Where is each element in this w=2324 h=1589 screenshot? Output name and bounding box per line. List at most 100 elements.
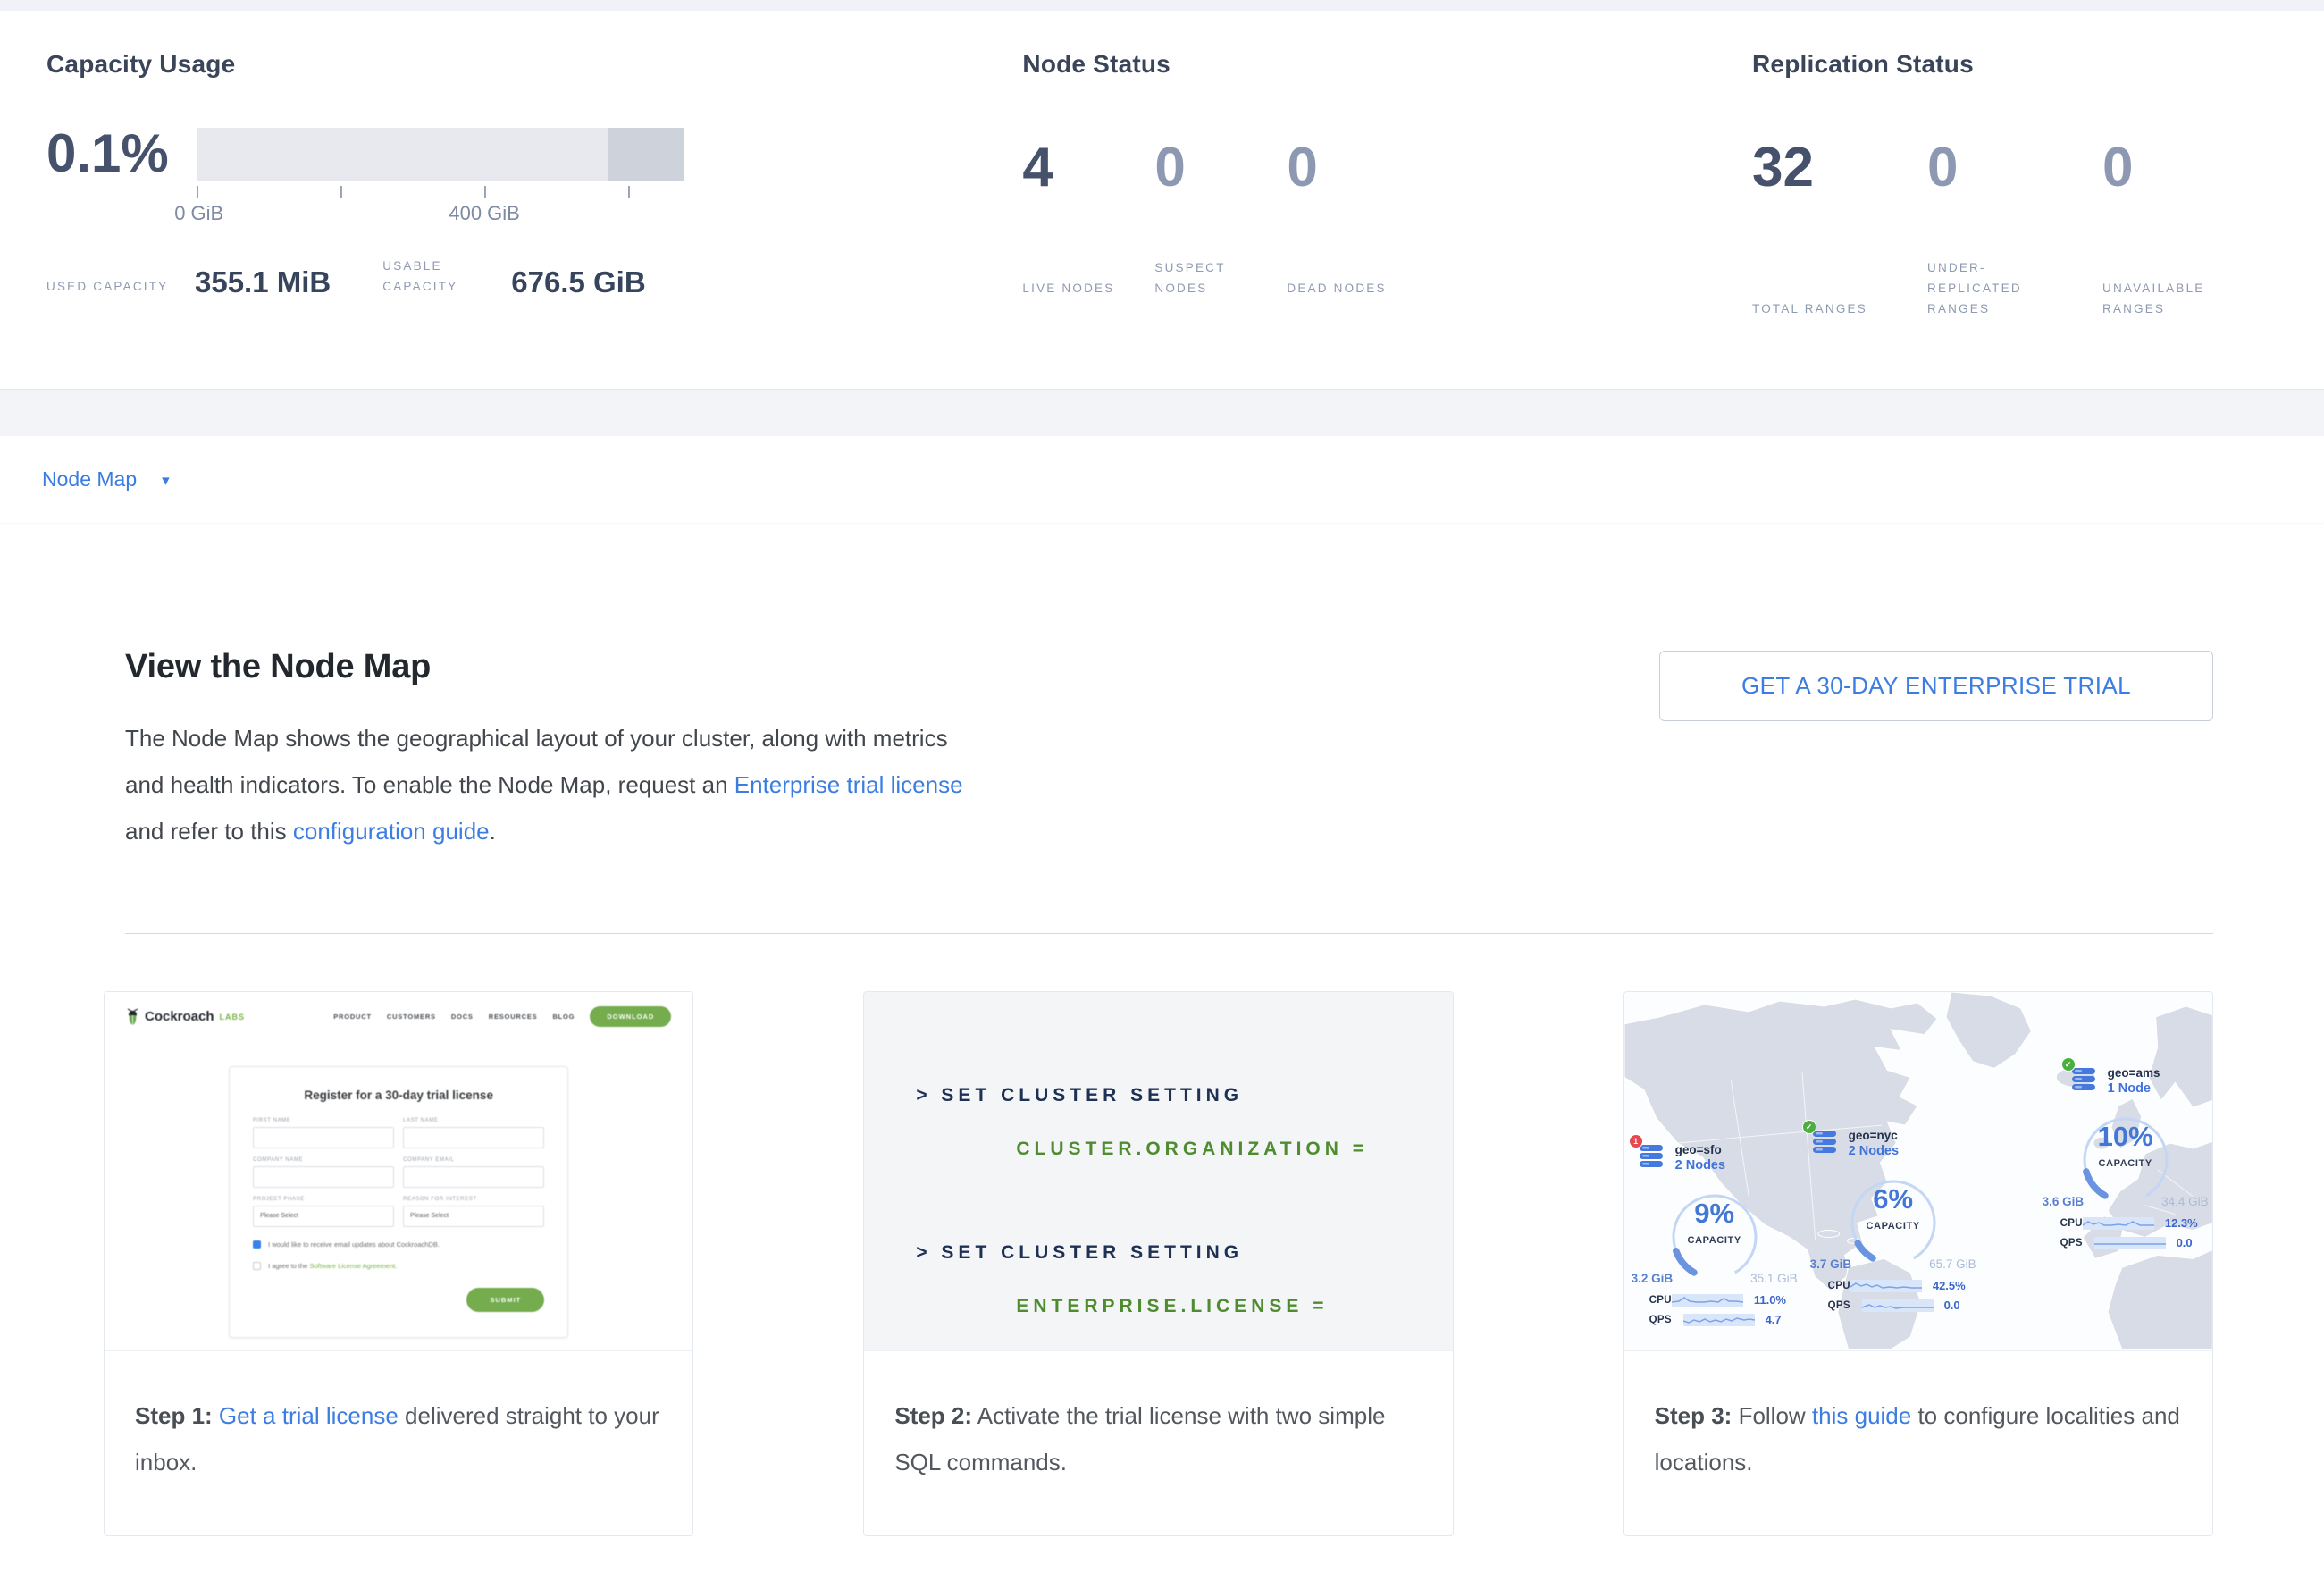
qps-label: QPS	[2060, 1238, 2094, 1248]
live-nodes-label: LIVE NODES	[1022, 278, 1154, 298]
license-agreement-text: I agree to the Software License Agreemen…	[268, 1262, 397, 1270]
node-status-section: Node Status 4 0 0 LIVE NODES SUSPECT NOD…	[1022, 50, 1752, 389]
qps-label: QPS	[1828, 1300, 1862, 1311]
site-download-button: DOWNLOAD	[590, 1006, 671, 1027]
usable-capacity-label: USABLE CAPACITY	[382, 256, 497, 297]
locality-name: geo=ams	[2108, 1065, 2160, 1080]
locality-name: geo=nyc	[1849, 1128, 1899, 1143]
used-capacity-value: 355.1 MiB	[195, 265, 331, 299]
capacity-total: 35.1 GiB	[1750, 1272, 1798, 1285]
qps-sparkline	[1683, 1314, 1755, 1326]
replication-status-title: Replication Status	[1752, 50, 2278, 79]
site-nav-customers: CUSTOMERS	[387, 1013, 436, 1021]
qps-sparkline	[1862, 1299, 1934, 1312]
capacity-gauge: 10% CAPACITY 3.6 GiB 34.4 GiB	[2059, 1103, 2193, 1210]
company-name-label: COMPANY NAME	[253, 1157, 394, 1163]
capacity-bar-track	[197, 128, 684, 181]
view-selector-dropdown[interactable]: Node Map ▾	[0, 436, 2324, 523]
cpu-label: CPU	[1828, 1281, 1850, 1291]
capacity-bar: 0 GiB 400 GiB	[197, 128, 684, 229]
form-title: Register for a 30-day trial license	[253, 1089, 544, 1102]
first-name-field	[253, 1127, 394, 1148]
cpu-value: 11.0%	[1754, 1293, 1786, 1307]
capacity-axis-label-zero: 0 GiB	[174, 202, 223, 225]
qps-value: 4.7	[1766, 1313, 1782, 1326]
get-trial-license-link[interactable]: Get a trial license	[219, 1402, 399, 1429]
section-gap	[0, 390, 2324, 436]
content-divider	[125, 933, 2213, 934]
cpu-sparkline	[1850, 1280, 1922, 1292]
capacity-caption: CAPACITY	[2059, 1158, 2193, 1169]
cpu-sparkline	[2083, 1217, 2154, 1230]
locality-node-count: 2 Nodes	[1675, 1157, 1725, 1174]
company-name-field	[253, 1166, 394, 1188]
under-replicated-ranges-label: UNDER-REPLICATED RANGES	[1927, 257, 2102, 319]
node-map-preview: 1 geo=sfo 2 Nodes	[1624, 992, 2212, 1351]
capacity-axis-ticks	[197, 186, 684, 200]
step1-caption: Step 1: Get a trial license delivered st…	[105, 1351, 692, 1526]
capacity-percent: 10%	[2059, 1121, 2193, 1153]
sql-set-cluster-setting-2: > SET CLUSTER SETTING	[916, 1242, 1452, 1264]
this-guide-link[interactable]: this guide	[1812, 1402, 1911, 1429]
last-name-label: LAST NAME	[403, 1118, 544, 1123]
get-enterprise-trial-button[interactable]: GET A 30-DAY ENTERPRISE TRIAL	[1659, 651, 2213, 721]
cockroach-site-thumbnail: Cockroach LABS PRODUCT CUSTOMERS DOCS RE…	[105, 992, 692, 1350]
step1-screenshot: Cockroach LABS PRODUCT CUSTOMERS DOCS RE…	[105, 992, 692, 1351]
replication-status-section: Replication Status 32 0 0 TOTAL RANGES U…	[1752, 50, 2278, 389]
email-updates-text: I would like to receive email updates ab…	[268, 1240, 440, 1248]
configuration-guide-link[interactable]: configuration guide	[293, 818, 490, 845]
company-email-field	[403, 1166, 544, 1188]
total-ranges-value: 32	[1752, 138, 1927, 198]
cockroach-logo: Cockroach LABS	[126, 1008, 245, 1026]
project-phase-select: Please Select	[253, 1206, 394, 1227]
sql-cluster-organization: CLUSTER.ORGANIZATION =	[916, 1139, 1452, 1160]
page-top-strip	[0, 0, 2324, 11]
software-license-agreement-link: Software License Agreement.	[309, 1262, 397, 1270]
trial-registration-form: Register for a 30-day trial license FIRS…	[229, 1066, 568, 1338]
capacity-percent: 9%	[1648, 1198, 1782, 1230]
locality-node-count: 1 Node	[2108, 1080, 2160, 1097]
capacity-percent: 6%	[1826, 1183, 1960, 1215]
node-status-title: Node Status	[1022, 50, 1752, 79]
cockroach-bug-icon	[126, 1008, 139, 1026]
capacity-caption: CAPACITY	[1826, 1221, 1960, 1232]
cpu-label: CPU	[2060, 1218, 2083, 1229]
license-agreement-checkbox	[253, 1262, 261, 1270]
healthy-badge-icon: ✓	[1802, 1120, 1816, 1134]
warning-badge-icon: 1	[1629, 1134, 1643, 1148]
cpu-value: 42.5%	[1933, 1279, 1966, 1292]
cluster-summary-panel: Capacity Usage 0.1% 0 GiB 400 Gi	[0, 11, 2324, 390]
used-capacity-label: USED CAPACITY	[46, 276, 180, 297]
qps-value: 0.0	[1944, 1299, 1960, 1312]
healthy-badge-icon: ✓	[2061, 1057, 2076, 1072]
chevron-down-icon[interactable]: ▾	[162, 472, 170, 490]
dead-nodes-label: DEAD NODES	[1287, 278, 1419, 298]
capacity-gauge: 6% CAPACITY 3.7 GiB 65.7 GiB	[1826, 1165, 1960, 1273]
form-submit-button: SUBMIT	[466, 1288, 544, 1312]
under-replicated-ranges-value: 0	[1927, 138, 2102, 198]
locality-node-count: 2 Nodes	[1849, 1143, 1899, 1160]
step1-card: Cockroach LABS PRODUCT CUSTOMERS DOCS RE…	[104, 991, 693, 1536]
step3-caption: Step 3: Follow this guide to configure l…	[1624, 1351, 2212, 1526]
site-nav-resources: RESOURCES	[489, 1013, 538, 1021]
locality-name: geo=sfo	[1675, 1142, 1725, 1157]
capacity-axis-label-400: 400 GiB	[449, 202, 520, 225]
page-title: View the Node Map	[125, 648, 988, 686]
live-nodes-value: 4	[1022, 138, 1154, 198]
capacity-used: 3.2 GiB	[1632, 1272, 1674, 1285]
cpu-value: 12.3%	[2165, 1216, 2198, 1230]
suspect-nodes-label: SUSPECT NODES	[1154, 257, 1287, 298]
capacity-usage-section: Capacity Usage 0.1% 0 GiB 400 Gi	[46, 50, 1022, 389]
view-selector-label[interactable]: Node Map	[42, 467, 137, 492]
step2-caption: Step 2: Activate the trial license with …	[864, 1351, 1452, 1526]
dead-nodes-value: 0	[1287, 138, 1419, 198]
capacity-gauge: 9% CAPACITY 3.2 GiB 35.1 GiB	[1648, 1180, 1782, 1287]
reason-for-interest-label: REASON FOR INTEREST	[403, 1197, 544, 1202]
site-nav-blog: BLOG	[552, 1013, 575, 1021]
total-ranges-label: TOTAL RANGES	[1752, 298, 1927, 319]
map-node-nyc: ✓ geo=nyc 2 Nodes	[1810, 1128, 1980, 1312]
cluster-overview-page: Capacity Usage 0.1% 0 GiB 400 Gi	[0, 0, 2324, 1589]
site-nav-docs: DOCS	[451, 1013, 474, 1021]
cpu-sparkline	[1672, 1294, 1743, 1307]
enterprise-trial-license-link[interactable]: Enterprise trial license	[734, 771, 963, 798]
